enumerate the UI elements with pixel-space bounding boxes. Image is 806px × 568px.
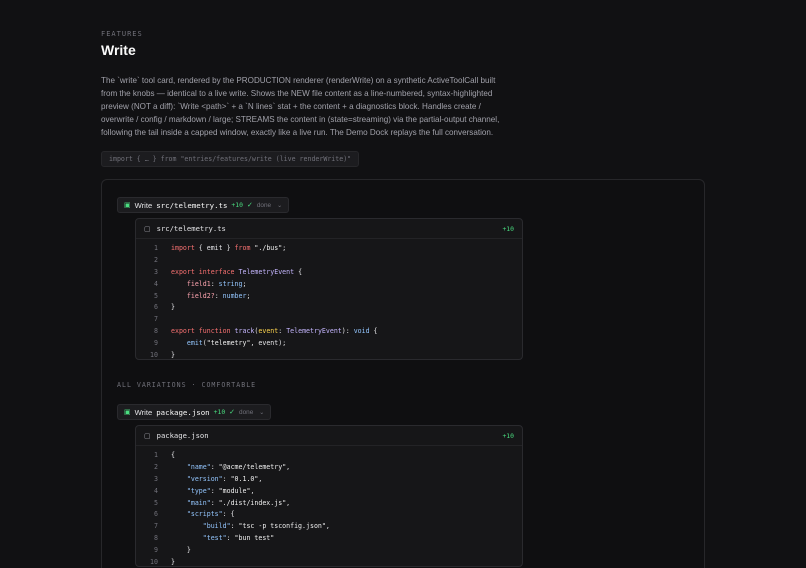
code-line: 8 "test": "bun test" [154, 534, 275, 543]
code-line: 3 export interface TelemetryEvent { [154, 267, 303, 276]
preview-stage: ▣ Write src/telemetry.ts +10 ✓ done ⌄ ▢ … [101, 179, 705, 568]
code-line: 1 import { emit } from "./bus"; [154, 243, 287, 252]
line-stat: +10 [213, 408, 226, 416]
page-description: The `write` tool card, rendered by the P… [101, 76, 500, 137]
tool-path: package.json [156, 407, 210, 417]
code-line: 7 [154, 315, 158, 324]
variations-label: ALL VARIATIONS · COMFORTABLE [117, 381, 257, 389]
tool-verb: Write [134, 200, 153, 210]
code-line: 1{ [154, 450, 175, 459]
code-line: 6 "scripts": { [154, 510, 235, 519]
section-eyebrow: FEATURES [101, 30, 143, 38]
tool-verb: Write [134, 407, 153, 417]
document-icon: ▢ [144, 432, 151, 440]
file-icon: ▣ [124, 202, 131, 209]
code-line: 5 "main": "./dist/index.js", [154, 498, 291, 507]
card-filename: package.json [156, 431, 209, 440]
code-line: 8 export function track(event: TelemetryE… [154, 327, 378, 336]
chevron-down-icon[interactable]: ⌄ [259, 409, 264, 416]
tool-path: src/telemetry.ts [156, 200, 228, 210]
code-line: 3 "version": "0.1.0", [154, 474, 263, 483]
code-line: 7 "build": "tsc -p tsconfig.json", [154, 522, 330, 531]
code-line: 10} [150, 350, 175, 359]
code-body: 1{ 2 "name": "@acme/telemetry", 3 "versi… [136, 446, 522, 566]
page-title: Write [101, 42, 136, 58]
code-line: 6} [154, 303, 175, 312]
code-line: 4 field1: string; [154, 279, 247, 288]
code-preview-card: ▢ src/telemetry.ts +10 1 import { emit } … [135, 218, 523, 360]
code-line: 10} [150, 557, 175, 566]
document-icon: ▢ [144, 225, 151, 233]
check-icon: ✓ [229, 409, 236, 416]
write-tool-header-variation[interactable]: ▣ Write package.json +10 ✓ done ⌄ [117, 404, 272, 420]
chevron-down-icon[interactable]: ⌄ [277, 202, 282, 209]
check-icon: ✓ [246, 202, 253, 209]
code-line: 2 [154, 255, 158, 264]
code-line: 9 } [154, 546, 191, 555]
code-body: 1 import { emit } from "./bus"; 2 3 export… [136, 239, 522, 359]
import-path-chip[interactable]: import { … } from "entries/features/writ… [101, 151, 360, 167]
code-preview-card-variation: ▢ package.json +10 1{ 2 "name": "@acme/t… [135, 425, 523, 567]
line-stat: +10 [231, 201, 243, 209]
card-filename: src/telemetry.ts [156, 224, 226, 233]
code-line: 4 "type": "module", [154, 486, 255, 495]
status-label: done [239, 408, 254, 416]
code-line: 5 field2?: number; [154, 291, 251, 300]
write-tool-header[interactable]: ▣ Write src/telemetry.ts +10 ✓ done ⌄ [117, 197, 290, 213]
code-line: 2 "name": "@acme/telemetry", [154, 462, 291, 471]
card-stat: +10 [502, 224, 514, 233]
card-header: ▢ src/telemetry.ts +10 [136, 219, 522, 239]
file-icon: ▣ [124, 409, 131, 416]
card-stat: +10 [502, 431, 514, 440]
card-header: ▢ package.json +10 [136, 426, 522, 446]
code-line: 9 emit("telemetry", event); [154, 339, 287, 348]
status-label: done [256, 201, 272, 209]
